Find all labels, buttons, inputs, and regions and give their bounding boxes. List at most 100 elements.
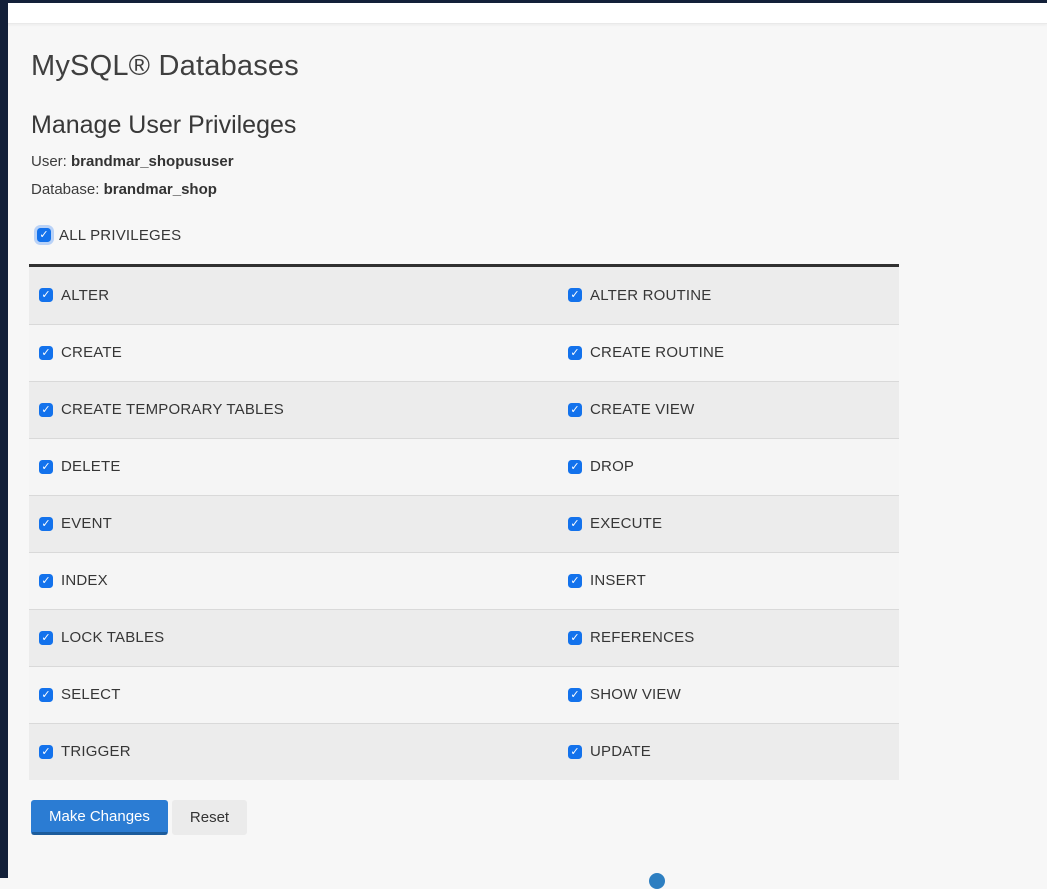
all-privileges-checkbox-checked[interactable]: ✓ [37, 228, 51, 242]
checkmark-icon: ✓ [41, 403, 50, 417]
privilege-item[interactable]: ✓ DROP [568, 458, 899, 475]
privilege-label: CREATE ROUTINE [590, 344, 724, 361]
checkmark-icon: ✓ [570, 688, 579, 702]
privilege-label: EVENT [61, 515, 112, 532]
checkmark-icon: ✓ [41, 631, 50, 645]
database-value: brandmar_shop [104, 181, 217, 198]
privilege-checkbox-checked[interactable]: ✓ [568, 517, 582, 531]
checkmark-icon: ✓ [570, 631, 579, 645]
checkmark-icon: ✓ [570, 745, 579, 759]
checkmark-icon: ✓ [570, 460, 579, 474]
privilege-checkbox-checked[interactable]: ✓ [568, 745, 582, 759]
privilege-label: EXECUTE [590, 515, 662, 532]
privilege-item[interactable]: ✓ ALTER ROUTINE [568, 287, 899, 304]
privilege-label: CREATE TEMPORARY TABLES [61, 401, 284, 418]
privilege-item[interactable]: ✓ EXECUTE [568, 515, 899, 532]
checkmark-icon: ✓ [570, 574, 579, 588]
privilege-checkbox-checked[interactable]: ✓ [39, 631, 53, 645]
checkmark-icon: ✓ [570, 517, 579, 531]
table-row: ✓ CREATE TEMPORARY TABLES ✓ CREATE VIEW [29, 381, 899, 438]
all-privileges-label: ALL PRIVILEGES [59, 227, 181, 244]
table-row: ✓ ALTER ✓ ALTER ROUTINE [29, 267, 899, 324]
feedback-icon[interactable] [649, 873, 665, 889]
user-value: brandmar_shopususer [71, 153, 234, 170]
checkmark-icon: ✓ [41, 688, 50, 702]
privilege-checkbox-checked[interactable]: ✓ [39, 688, 53, 702]
privilege-label: ALTER [61, 287, 109, 304]
privilege-checkbox-checked[interactable]: ✓ [568, 460, 582, 474]
database-line: Database: brandmar_shop [31, 181, 1047, 198]
table-row: ✓ DELETE ✓ DROP [29, 438, 899, 495]
checkmark-icon: ✓ [570, 346, 579, 360]
reset-button[interactable]: Reset [172, 800, 247, 835]
privilege-item[interactable]: ✓ SELECT [39, 686, 568, 703]
privilege-label: ALTER ROUTINE [590, 287, 712, 304]
main-content: MySQL® Databases Manage User Privileges … [8, 24, 1047, 878]
privilege-checkbox-checked[interactable]: ✓ [39, 288, 53, 302]
table-row: ✓ TRIGGER ✓ UPDATE [29, 723, 899, 780]
privilege-label: CREATE [61, 344, 122, 361]
database-label: Database: [31, 181, 99, 198]
privilege-item[interactable]: ✓ ALTER [39, 287, 568, 304]
privilege-checkbox-checked[interactable]: ✓ [39, 517, 53, 531]
privilege-checkbox-checked[interactable]: ✓ [568, 288, 582, 302]
privilege-label: INSERT [590, 572, 646, 589]
form-actions: Make Changes Reset [31, 800, 1047, 835]
checkmark-icon: ✓ [39, 228, 48, 242]
privilege-item[interactable]: ✓ CREATE [39, 344, 568, 361]
privilege-checkbox-checked[interactable]: ✓ [568, 403, 582, 417]
table-row: ✓ CREATE ✓ CREATE ROUTINE [29, 324, 899, 381]
privilege-checkbox-checked[interactable]: ✓ [39, 403, 53, 417]
privilege-item[interactable]: ✓ INDEX [39, 572, 568, 589]
top-navigation-bar [0, 0, 1047, 24]
checkmark-icon: ✓ [41, 288, 50, 302]
privilege-label: INDEX [61, 572, 108, 589]
privilege-label: SHOW VIEW [590, 686, 681, 703]
checkmark-icon: ✓ [41, 517, 50, 531]
privilege-label: SELECT [61, 686, 121, 703]
privilege-label: CREATE VIEW [590, 401, 694, 418]
table-row: ✓ LOCK TABLES ✓ REFERENCES [29, 609, 899, 666]
page-title: MySQL® Databases [31, 50, 1047, 83]
privilege-item[interactable]: ✓ CREATE TEMPORARY TABLES [39, 401, 568, 418]
privilege-checkbox-checked[interactable]: ✓ [39, 745, 53, 759]
all-privileges-row: ✓ ALL PRIVILEGES [37, 225, 1047, 244]
privilege-item[interactable]: ✓ TRIGGER [39, 743, 568, 760]
privilege-item[interactable]: ✓ INSERT [568, 572, 899, 589]
privilege-item[interactable]: ✓ EVENT [39, 515, 568, 532]
privilege-checkbox-checked[interactable]: ✓ [39, 574, 53, 588]
privilege-checkbox-checked[interactable]: ✓ [568, 346, 582, 360]
privilege-label: DROP [590, 458, 634, 475]
privilege-checkbox-checked[interactable]: ✓ [568, 688, 582, 702]
privilege-item[interactable]: ✓ CREATE VIEW [568, 401, 899, 418]
make-changes-button[interactable]: Make Changes [31, 800, 168, 835]
privilege-label: UPDATE [590, 743, 651, 760]
privilege-item[interactable]: ✓ CREATE ROUTINE [568, 344, 899, 361]
user-line: User: brandmar_shopususer [31, 153, 1047, 170]
privilege-item[interactable]: ✓ LOCK TABLES [39, 629, 568, 646]
checkmark-icon: ✓ [41, 460, 50, 474]
section-heading: Manage User Privileges [31, 111, 1047, 140]
privilege-item[interactable]: ✓ UPDATE [568, 743, 899, 760]
checkmark-icon: ✓ [41, 574, 50, 588]
privilege-item[interactable]: ✓ REFERENCES [568, 629, 899, 646]
privilege-checkbox-checked[interactable]: ✓ [568, 574, 582, 588]
table-row: ✓ INDEX ✓ INSERT [29, 552, 899, 609]
privilege-item[interactable]: ✓ DELETE [39, 458, 568, 475]
privileges-table: ✓ ALTER ✓ ALTER ROUTINE ✓ CREATE ✓ CREAT… [29, 264, 899, 780]
privilege-label: LOCK TABLES [61, 629, 164, 646]
table-row: ✓ EVENT ✓ EXECUTE [29, 495, 899, 552]
checkmark-icon: ✓ [41, 346, 50, 360]
privilege-checkbox-checked[interactable]: ✓ [39, 346, 53, 360]
privilege-checkbox-checked[interactable]: ✓ [568, 631, 582, 645]
user-label: User: [31, 153, 67, 170]
collapsed-sidebar-strip[interactable] [0, 0, 8, 878]
privilege-label: REFERENCES [590, 629, 695, 646]
privilege-label: DELETE [61, 458, 121, 475]
checkmark-icon: ✓ [570, 288, 579, 302]
all-privileges-item[interactable]: ✓ ALL PRIVILEGES [37, 227, 181, 244]
privilege-item[interactable]: ✓ SHOW VIEW [568, 686, 899, 703]
checkmark-icon: ✓ [41, 745, 50, 759]
privilege-label: TRIGGER [61, 743, 131, 760]
privilege-checkbox-checked[interactable]: ✓ [39, 460, 53, 474]
